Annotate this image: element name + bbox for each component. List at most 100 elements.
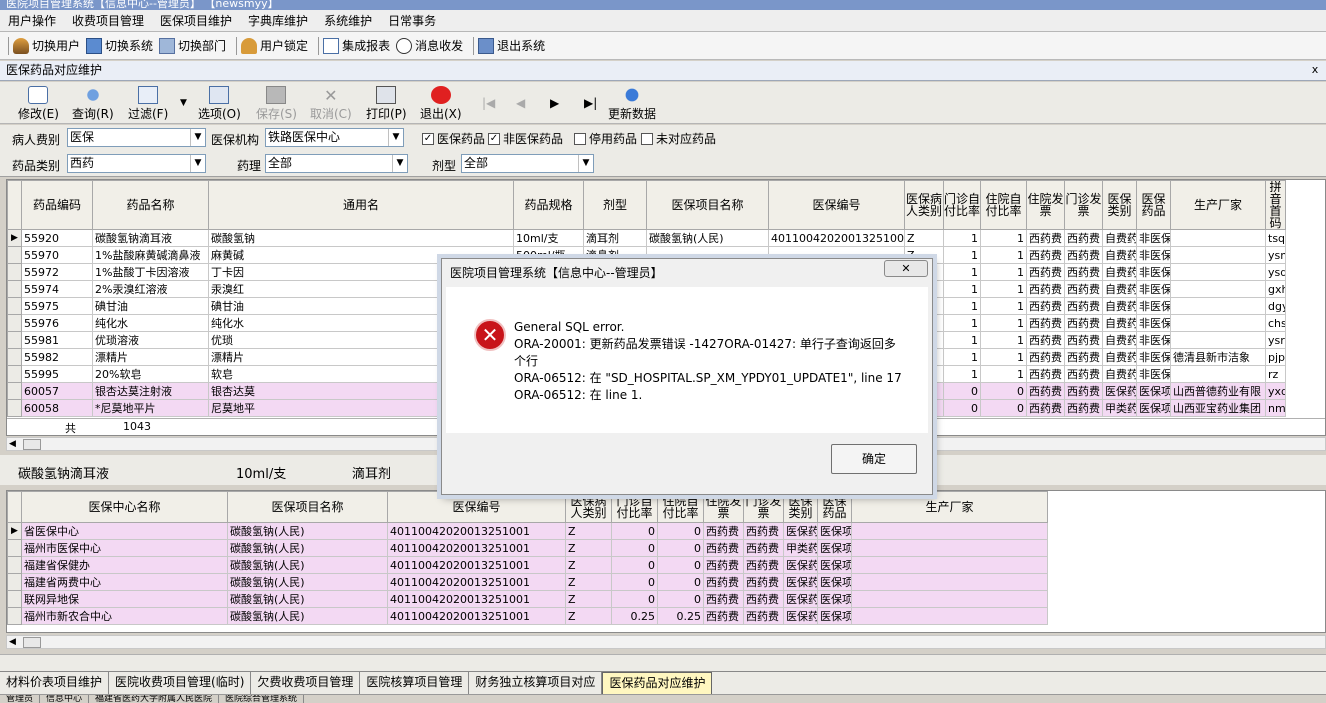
dropdown-arrow-icon[interactable]: ▼: [578, 155, 593, 172]
table-cell[interactable]: 西药费: [743, 556, 784, 574]
table-cell[interactable]: 西药费: [1026, 382, 1065, 400]
table-cell[interactable]: 西药费: [1026, 348, 1065, 366]
insurance-org-select[interactable]: 铁路医保中心 ▼: [265, 128, 404, 147]
table-cell[interactable]: 40110042020013251001: [387, 522, 566, 540]
table-cell[interactable]: 西药费: [1064, 365, 1103, 383]
table-cell[interactable]: 55972: [21, 263, 93, 281]
column-header[interactable]: 住院发票: [1026, 180, 1065, 230]
action-filter-button[interactable]: 过滤(F): [128, 86, 168, 122]
table-cell[interactable]: 医保药: [783, 590, 818, 608]
table-cell[interactable]: 银杏达莫注射液: [92, 382, 209, 400]
row-indicator[interactable]: [7, 348, 22, 366]
dropdown-arrow-icon[interactable]: ▼: [190, 155, 205, 172]
table-cell[interactable]: 医保药: [783, 607, 818, 625]
table-cell[interactable]: Z: [565, 539, 612, 557]
last-record-icon[interactable]: ▶|: [584, 96, 597, 110]
table-cell[interactable]: 40110042020013251001: [387, 556, 566, 574]
table-cell[interactable]: pjp: [1265, 348, 1286, 366]
row-indicator[interactable]: [7, 331, 22, 349]
table-cell[interactable]: 优琐溶液: [92, 331, 209, 349]
table-cell[interactable]: 碳酸氢钠(人民): [227, 556, 388, 574]
table-cell[interactable]: 55970: [21, 246, 93, 264]
table-cell[interactable]: 0: [657, 590, 704, 608]
table-cell[interactable]: 非医保: [1136, 280, 1171, 298]
table-cell[interactable]: 40110042020013251001: [768, 229, 905, 247]
row-indicator[interactable]: [7, 590, 22, 608]
table-cell[interactable]: 60058: [21, 399, 93, 417]
table-cell[interactable]: 0: [943, 382, 981, 400]
row-indicator[interactable]: [7, 556, 22, 574]
table-cell[interactable]: 1: [943, 365, 981, 383]
table-cell[interactable]: [1170, 246, 1266, 264]
menu-item[interactable]: 用户操作: [0, 10, 64, 32]
column-header[interactable]: 住院自付比率: [980, 180, 1027, 230]
table-cell[interactable]: [851, 607, 1048, 625]
toolbar-button-lock-user[interactable]: 用户锁定: [241, 37, 308, 54]
table-cell[interactable]: 医保项: [817, 590, 852, 608]
table-cell[interactable]: 1: [980, 280, 1027, 298]
table-cell[interactable]: 西药费: [1064, 331, 1103, 349]
table-cell[interactable]: 西药费: [703, 573, 744, 591]
checkbox-1[interactable]: ✓ 医保药品: [422, 130, 485, 147]
column-header[interactable]: 医保病人类别: [904, 180, 944, 230]
table-cell[interactable]: [1170, 331, 1266, 349]
table-cell[interactable]: 西药费: [703, 590, 744, 608]
table-cell[interactable]: *尼莫地平片: [92, 399, 209, 417]
column-header[interactable]: 拼音首码: [1265, 180, 1286, 230]
table-cell[interactable]: 医保药: [783, 556, 818, 574]
table-cell[interactable]: [851, 522, 1048, 540]
dialog-close-button[interactable]: ✕: [884, 260, 928, 277]
scroll-left-icon[interactable]: ◀: [9, 636, 16, 649]
menu-item[interactable]: 字典库维护: [240, 10, 316, 32]
patient-fee-select[interactable]: 医保 ▼: [67, 128, 206, 147]
table-cell[interactable]: Z: [565, 573, 612, 591]
table-cell[interactable]: tsqn: [1265, 229, 1286, 247]
table-cell[interactable]: 西药费: [1064, 229, 1103, 247]
action-exit-button[interactable]: 退出(X): [420, 86, 462, 122]
table-cell[interactable]: 西药费: [1064, 399, 1103, 417]
table-cell[interactable]: [851, 590, 1048, 608]
table-cell[interactable]: 福州市医保中心: [21, 539, 228, 557]
table-cell[interactable]: 0: [657, 539, 704, 557]
window-tab[interactable]: 医院收费项目管理(临时): [109, 672, 252, 694]
checkbox-box[interactable]: ✓: [488, 132, 500, 145]
table-cell[interactable]: 西药费: [743, 607, 784, 625]
table-cell[interactable]: 西药费: [703, 522, 744, 540]
row-indicator[interactable]: [7, 399, 22, 417]
table-cell[interactable]: 碳酸氢钠(人民): [227, 522, 388, 540]
table-cell[interactable]: 碳酸氢钠(人民): [227, 590, 388, 608]
table-cell[interactable]: 0: [611, 539, 658, 557]
table-cell[interactable]: 非医保: [1136, 229, 1171, 247]
table-cell[interactable]: 0: [611, 590, 658, 608]
table-cell[interactable]: [851, 539, 1048, 557]
toolbar-button-message[interactable]: 消息收发: [396, 37, 463, 54]
table-cell[interactable]: ysry: [1265, 331, 1286, 349]
table-cell[interactable]: [1170, 365, 1266, 383]
table-cell[interactable]: 1: [943, 314, 981, 332]
action-print-button[interactable]: 打印(P): [366, 86, 407, 122]
table-cell[interactable]: 医保项: [817, 607, 852, 625]
table-cell[interactable]: [1170, 280, 1266, 298]
table-cell[interactable]: Z: [904, 229, 944, 247]
table-cell[interactable]: ysmh: [1265, 246, 1286, 264]
column-header[interactable]: 医保药品: [817, 491, 852, 523]
ok-button[interactable]: 确定: [831, 444, 917, 474]
column-header[interactable]: 医保药品: [1136, 180, 1171, 230]
next-record-icon[interactable]: ▶: [550, 96, 559, 110]
table-cell[interactable]: 甲类药: [783, 539, 818, 557]
table-cell[interactable]: 西药费: [1026, 297, 1065, 315]
row-indicator[interactable]: ▶: [7, 522, 22, 540]
table-cell[interactable]: 1: [943, 348, 981, 366]
table-cell[interactable]: 40110042020013251001: [387, 539, 566, 557]
table-cell[interactable]: 碳酸氢钠滴耳液: [92, 229, 209, 247]
table-cell[interactable]: 西药费: [1064, 280, 1103, 298]
column-header[interactable]: 生产厂家: [1170, 180, 1266, 230]
table-cell[interactable]: 1: [980, 314, 1027, 332]
window-tab[interactable]: 材料价表项目维护: [0, 672, 110, 694]
table-cell[interactable]: 西药费: [1026, 229, 1065, 247]
scroll-thumb[interactable]: [23, 439, 41, 450]
column-header[interactable]: 住院发票: [703, 491, 744, 523]
checkbox-box[interactable]: [641, 132, 653, 145]
column-header[interactable]: 药品编码: [21, 180, 93, 230]
table-cell[interactable]: 西药费: [703, 607, 744, 625]
